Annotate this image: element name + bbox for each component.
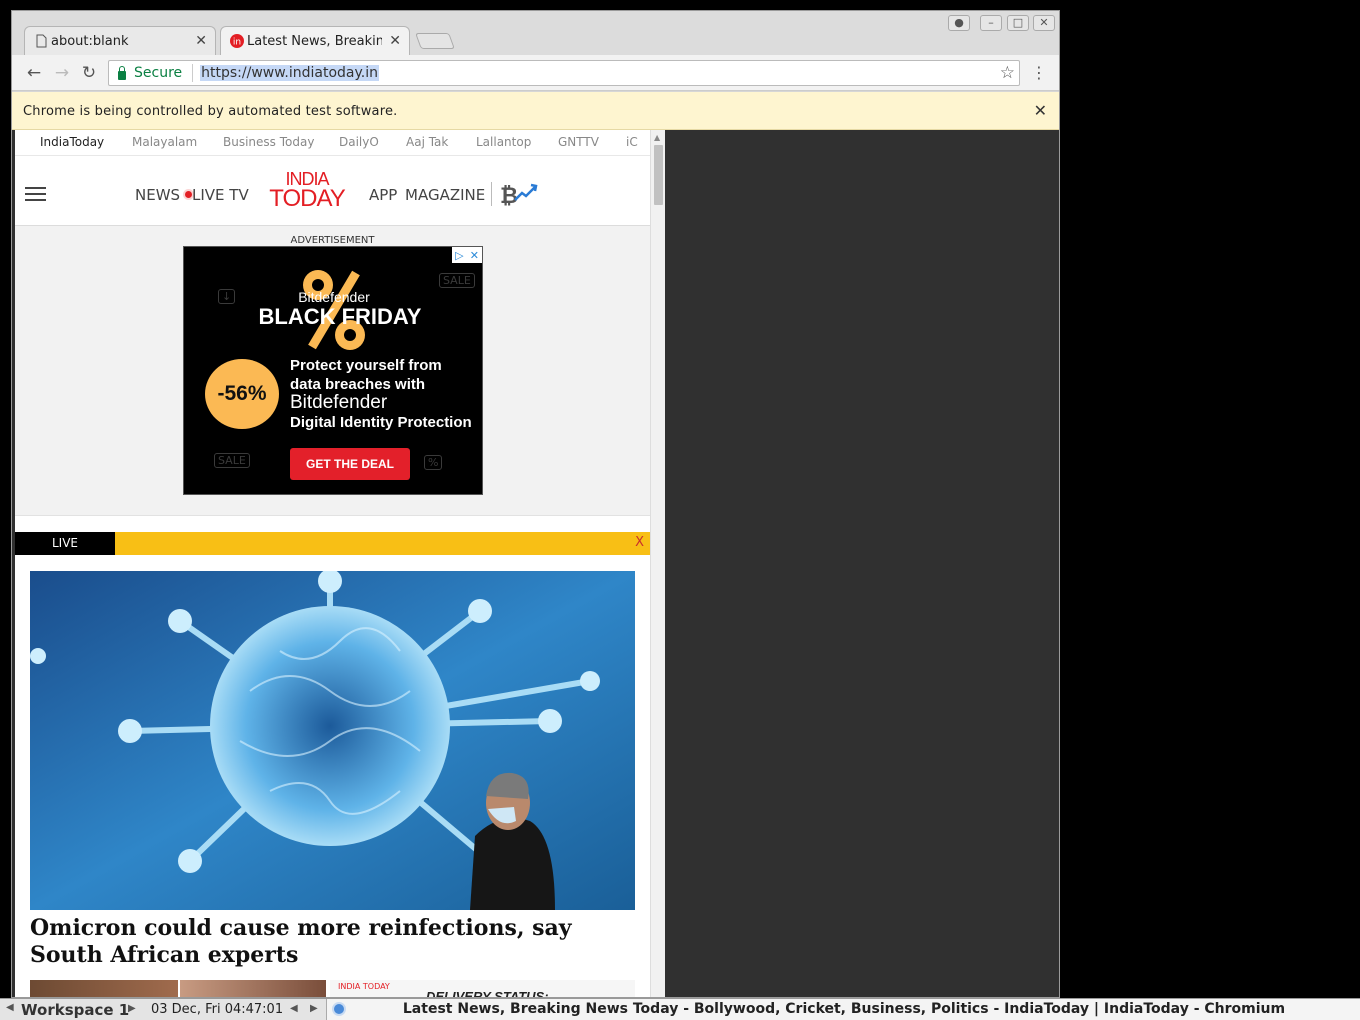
reload-icon[interactable]: ↻: [79, 63, 99, 83]
address-bar[interactable]: Secure https://www.indiatoday.in ☆: [108, 60, 1020, 86]
india-today-logo[interactable]: INDIA TODAY: [266, 170, 348, 212]
profile-icon[interactable]: ●: [948, 15, 970, 31]
secure-label: Secure: [134, 65, 183, 81]
taskbar-window-title: Latest News, Breaking News Today - Bolly…: [402, 1001, 1286, 1017]
clock: 03 Dec, Fri 04:47:01: [151, 1002, 284, 1017]
thumbnail-image[interactable]: [30, 980, 178, 997]
close-icon[interactable]: ✕: [1034, 101, 1047, 120]
sale-tag-icon: SALE: [214, 453, 250, 468]
menu-icon[interactable]: ⋮: [1031, 63, 1047, 82]
prev-icon[interactable]: ◀: [290, 1003, 298, 1014]
thumbnail-image[interactable]: INDIA TODAY DELIVERY STATUS:: [330, 980, 635, 998]
ad-label: ADVERTISEMENT: [290, 235, 375, 246]
hamburger-menu-icon[interactable]: [25, 187, 46, 201]
network-link[interactable]: iC: [626, 135, 638, 149]
crypto-icon[interactable]: ₿: [499, 180, 539, 208]
tab-close-icon[interactable]: ✕: [195, 33, 207, 49]
nav-live-tv[interactable]: LIVE TV: [192, 186, 249, 204]
network-link[interactable]: Aaj Tak: [406, 135, 448, 149]
live-close-button[interactable]: X: [635, 535, 644, 550]
svg-text:in: in: [233, 38, 241, 48]
workspace-next-icon[interactable]: ▶: [128, 1003, 136, 1014]
new-tab-button[interactable]: [415, 33, 455, 49]
taskbar: ◀ Workspace 1 ▶ 03 Dec, Fri 04:47:01 ◀ ▶…: [0, 998, 1360, 1020]
network-link[interactable]: GNTTV: [558, 135, 599, 149]
thumbnail-image[interactable]: [180, 980, 326, 997]
svg-text:₿: ₿: [500, 184, 518, 208]
tab-title: Latest News, Breaking News Today: [247, 33, 382, 49]
tab-about-blank[interactable]: about:blank ✕: [24, 26, 216, 55]
web-page: IndiaToday Malayalam Business Today Dail…: [15, 130, 650, 998]
get-the-deal-button[interactable]: GET THE DEAL: [290, 448, 410, 480]
tab-title: about:blank: [51, 33, 129, 49]
headline[interactable]: Omicron could cause more reinfections, s…: [30, 915, 635, 969]
taskbar-window-item[interactable]: Latest News, Breaking News Today - Bolly…: [326, 999, 1360, 1020]
sale-tag-icon: SALE: [439, 273, 475, 288]
infobar-text: Chrome is being controlled by automated …: [23, 104, 398, 119]
ad-banner[interactable]: ▷ ✕ ↓ SALE SALE % Bitdefender BLACK FRID…: [183, 246, 483, 495]
nav-magazine[interactable]: MAGAZINE: [405, 186, 485, 204]
ad-headline: BLACK FRIDAY: [258, 304, 422, 329]
tab-close-icon[interactable]: ✕: [389, 33, 401, 49]
automation-infobar: Chrome is being controlled by automated …: [12, 92, 1059, 130]
ad-zone: ADVERTISEMENT ▷ ✕ ↓ SALE SALE % Bitdefen…: [15, 226, 650, 516]
discount-badge: -56%: [205, 359, 279, 429]
ad-copy-line: Protect yourself from: [290, 357, 442, 374]
browser-toolbar: ← → ↻ Secure https://www.indiatoday.in ☆…: [12, 55, 1059, 91]
divider: [192, 64, 194, 82]
scroll-thumb[interactable]: [654, 145, 663, 205]
nav-app[interactable]: APP: [369, 186, 397, 204]
live-label: LIVE: [15, 532, 115, 555]
thumbnail-text: DELIVERY STATUS:: [426, 989, 549, 998]
page-icon: [36, 34, 47, 48]
ad-brand-wordmark: Bitdefender: [290, 392, 388, 413]
network-link[interactable]: DailyO: [339, 135, 379, 149]
network-link[interactable]: IndiaToday: [40, 135, 104, 149]
scrollbar[interactable]: ▲: [650, 130, 665, 997]
hero-image[interactable]: [30, 571, 635, 910]
content-area: IndiaToday Malayalam Business Today Dail…: [12, 130, 1059, 998]
ad-copy-line: Digital Identity Protection: [290, 414, 472, 431]
window-close-icon[interactable]: ✕: [1033, 15, 1055, 31]
next-icon[interactable]: ▶: [310, 1003, 318, 1014]
url-text[interactable]: https://www.indiatoday.in: [200, 65, 379, 81]
lock-icon: [118, 65, 126, 80]
desktop: about:blank ✕ in Latest News, Breaking N…: [0, 0, 1360, 1020]
scroll-up-icon[interactable]: ▲: [654, 133, 660, 142]
thumbnail-logo: INDIA TODAY: [338, 982, 390, 991]
network-link[interactable]: Lallantop: [476, 135, 531, 149]
site-header: NEWS LIVE TV INDIA TODAY APP MAGAZINE ₿: [15, 156, 650, 226]
back-icon[interactable]: ←: [24, 63, 44, 83]
network-link[interactable]: Malayalam: [132, 135, 197, 149]
thumbnail-row: INDIA TODAY DELIVERY STATUS:: [30, 980, 635, 998]
live-dot-icon: [185, 191, 192, 198]
live-ticker: LIVE X: [15, 532, 650, 555]
nav-news[interactable]: NEWS: [135, 186, 180, 204]
network-link[interactable]: Business Today: [223, 135, 314, 149]
logo-line2: TODAY: [269, 185, 345, 212]
ad-brand: Bitdefender: [298, 289, 370, 305]
nav-divider: [491, 182, 492, 206]
indiatoday-favicon-icon: in: [230, 34, 244, 48]
forward-icon[interactable]: →: [52, 63, 72, 83]
ad-close-icon[interactable]: ✕: [470, 249, 479, 262]
star-icon[interactable]: ☆: [1000, 63, 1015, 83]
tab-indiatoday[interactable]: in Latest News, Breaking News Today ✕: [220, 26, 410, 55]
workspace-label[interactable]: Workspace 1: [21, 1001, 129, 1019]
browser-window: about:blank ✕ in Latest News, Breaking N…: [11, 10, 1060, 998]
ad-copy-line: data breaches with: [290, 376, 426, 393]
workspace-prev-icon[interactable]: ◀: [6, 1002, 14, 1013]
cart-icon: %: [424, 455, 443, 470]
tab-strip: about:blank ✕ in Latest News, Breaking N…: [12, 11, 1059, 55]
adchoices-icon[interactable]: ▷: [455, 249, 463, 262]
maximize-icon[interactable]: □: [1007, 15, 1029, 31]
network-bar: IndiaToday Malayalam Business Today Dail…: [15, 130, 650, 156]
minimize-icon[interactable]: –: [980, 15, 1002, 31]
ad-choices[interactable]: ▷ ✕: [452, 247, 482, 263]
